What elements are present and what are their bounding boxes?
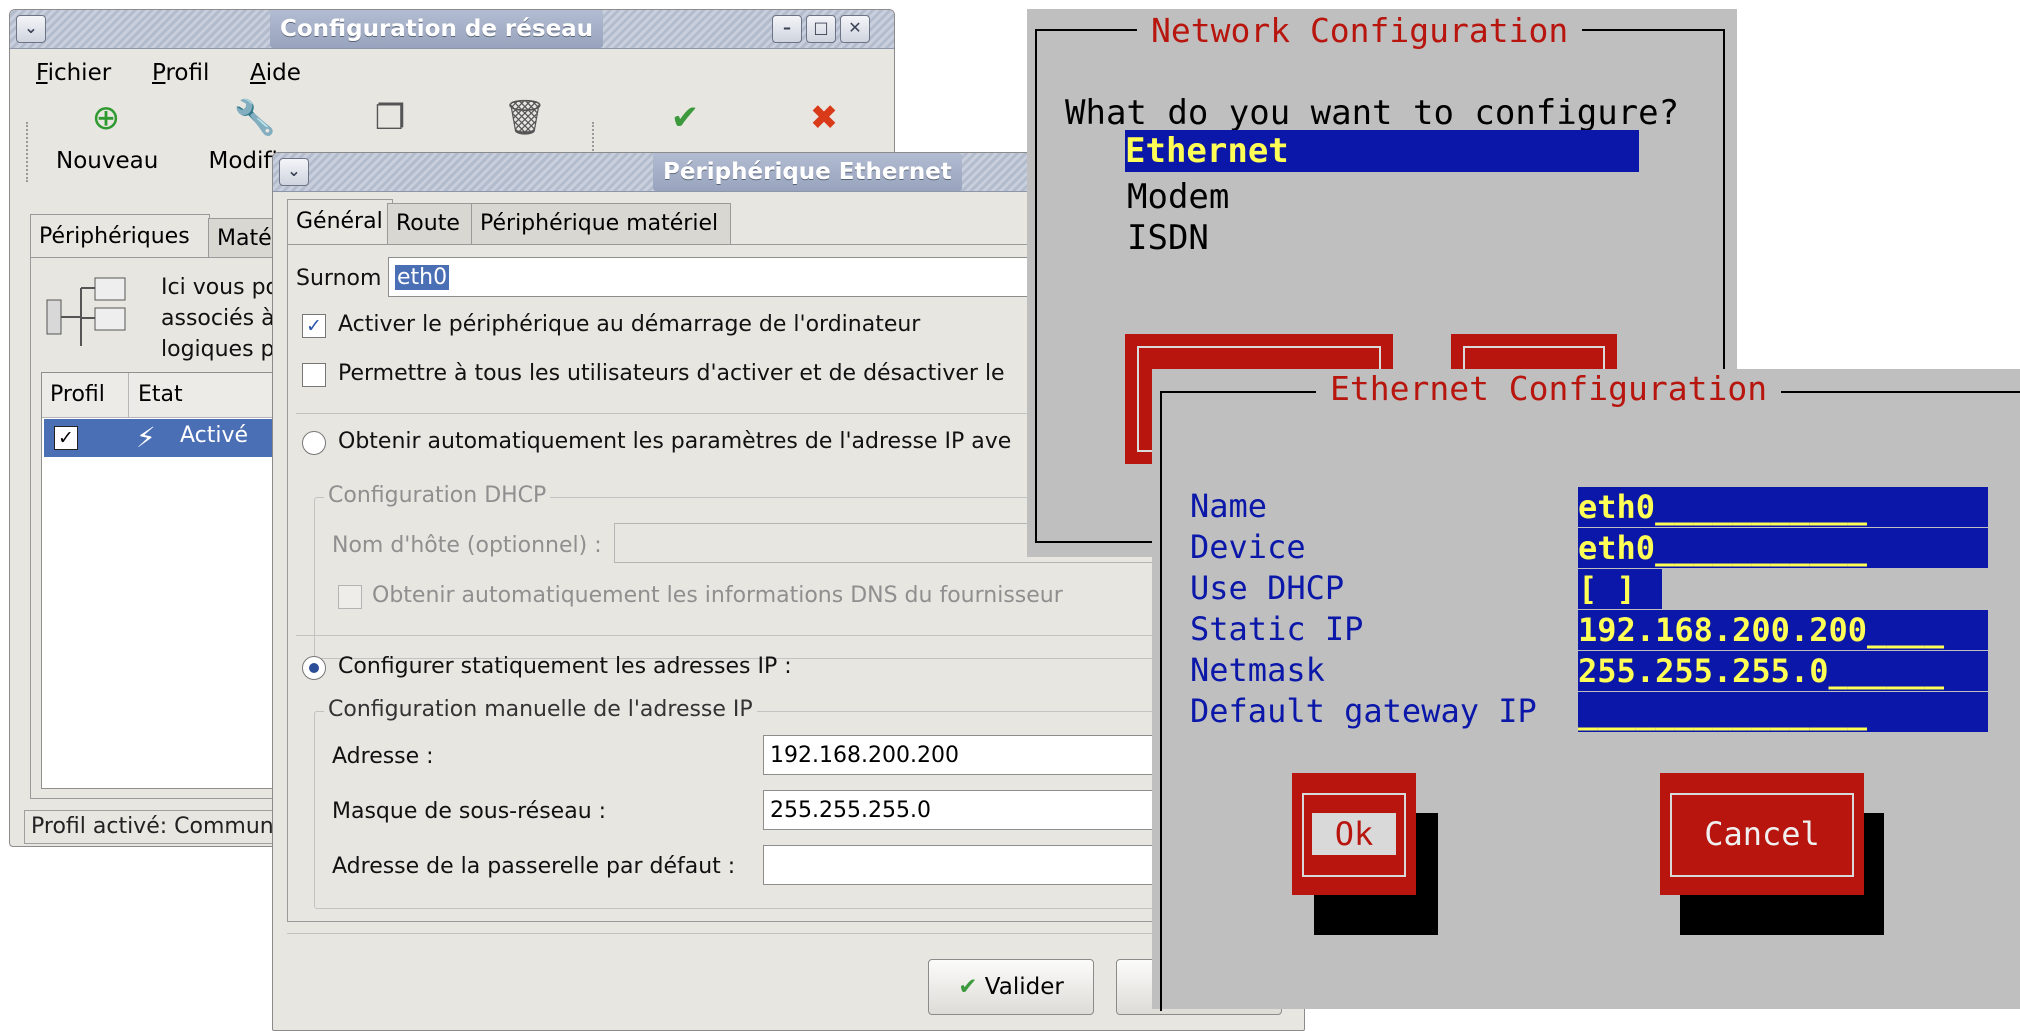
ok-button[interactable]: Ok — [1292, 773, 1416, 895]
option-modem[interactable]: Modem — [1127, 177, 1229, 217]
network-devices-icon — [46, 277, 126, 346]
static-ip-label: Static IP — [1190, 610, 1364, 648]
tab-hardware[interactable]: Périphérique matériel — [471, 203, 731, 244]
gateway-label: Default gateway IP — [1190, 692, 1537, 730]
validate-button[interactable]: ✔ Valider — [928, 959, 1094, 1015]
auto-ip-radio[interactable] — [302, 431, 326, 455]
netmask-label: Netmask — [1190, 651, 1325, 689]
close-button[interactable]: ✕ — [840, 15, 870, 43]
static-ip-field[interactable]: 192.168.200.200____ — [1578, 610, 1988, 650]
auto-ip-label: Obtenir automatiquement les paramètres d… — [338, 429, 1012, 454]
dhcp-checkbox[interactable]: [ ] — [1578, 569, 1662, 609]
tab-peripheriques[interactable]: Périphériques — [30, 214, 210, 259]
dhcp-label: Use DHCP — [1190, 569, 1345, 607]
new-button-label: Nouveau — [56, 148, 159, 174]
new-button[interactable]: ⊕ Nouveau — [56, 94, 159, 174]
toolbar-grip[interactable] — [26, 122, 34, 182]
nickname-label: Surnom — [296, 266, 382, 291]
minimize-button[interactable]: – — [772, 15, 802, 43]
description-line-3: logiques pe — [161, 337, 289, 362]
title-bar[interactable]: ⌄ Configuration de réseau – □ ✕ — [10, 10, 894, 49]
copy-button[interactable]: ❐ — [360, 94, 420, 142]
option-isdn[interactable]: ISDN — [1127, 218, 1209, 258]
dialog-title: Périphérique Ethernet — [653, 153, 962, 191]
checkmark-icon: ✔ — [670, 98, 700, 138]
checkmark-icon: ✔ — [958, 974, 978, 1000]
dns-label: Obtenir automatiquement les informations… — [372, 583, 1063, 608]
plug-icon: ⚡ — [136, 421, 156, 454]
boot-checkbox[interactable]: ✓ — [302, 314, 326, 338]
cancel-label: Cancel — [1704, 815, 1820, 853]
name-field[interactable]: eth0___________ — [1578, 487, 1988, 527]
tab-route[interactable]: Route — [387, 203, 475, 244]
gateway-label: Adresse de la passerelle par défaut : — [332, 854, 736, 879]
wrench-icon: 🔧 — [233, 98, 277, 138]
device-state: Activé — [180, 423, 249, 448]
device-label: Device — [1190, 528, 1306, 566]
netmask-label: Masque de sous-réseau : — [332, 799, 607, 824]
cancel-button[interactable]: Cancel — [1660, 773, 1864, 895]
hostname-label: Nom d'hôte (optionnel) : — [332, 533, 602, 558]
nickname-value: eth0 — [395, 265, 450, 290]
dns-checkbox[interactable] — [338, 585, 362, 609]
tui-ethernet-config: Ethernet Configuration Name eth0________… — [1152, 369, 2020, 1011]
menu-fichier[interactable]: Fichier — [36, 60, 111, 86]
trash-icon: 🗑 — [503, 98, 547, 138]
maximize-button[interactable]: □ — [806, 15, 836, 43]
users-label: Permettre à tous les utilisateurs d'acti… — [338, 361, 1005, 386]
tui-question: What do you want to configure? — [1065, 93, 1680, 133]
netmask-field[interactable]: 255.255.255.0______ — [1578, 651, 1988, 691]
description-text: Ici vous po associés à logiques pe — [161, 272, 288, 365]
manual-ip-frame-title: Configuration manuelle de l'adresse IP — [324, 697, 757, 722]
dhcp-frame-title: Configuration DHCP — [324, 483, 551, 508]
column-etat[interactable]: Etat — [138, 382, 183, 407]
static-ip-radio[interactable] — [302, 656, 326, 680]
address-label: Adresse : — [332, 744, 434, 769]
dialog-menu-button[interactable]: ⌄ — [279, 158, 309, 186]
profile-checkbox[interactable]: ✓ — [54, 426, 78, 450]
tui2-title: Ethernet Configuration — [1316, 369, 1782, 408]
tab-general[interactable]: Général — [287, 199, 393, 244]
description-line-2: associés à — [161, 306, 275, 331]
menu-aide[interactable]: Aide — [250, 60, 301, 86]
window-title: Configuration de réseau — [270, 10, 604, 48]
option-ethernet[interactable]: Ethernet — [1125, 130, 1639, 172]
boot-label: Activer le périphérique au démarrage de … — [338, 312, 921, 337]
description-line-1: Ici vous po — [161, 275, 279, 300]
device-field[interactable]: eth0___________ — [1578, 528, 1988, 568]
red-x-icon: ✖ — [809, 98, 839, 138]
column-profil[interactable]: Profil — [50, 382, 105, 407]
copy-icon: ❐ — [374, 98, 406, 138]
menu-bar: Fichier Profil Aide — [10, 50, 894, 90]
name-label: Name — [1190, 487, 1268, 525]
new-document-icon: ⊕ — [91, 98, 121, 138]
window-menu-button[interactable]: ⌄ — [16, 15, 46, 43]
tui-title: Network Configuration — [1137, 11, 1583, 50]
static-ip-label: Configurer statiquement les adresses IP … — [338, 654, 792, 679]
deactivate-button[interactable]: ✖ — [794, 94, 854, 142]
delete-button[interactable]: 🗑 — [495, 94, 555, 142]
ok-label: Ok — [1312, 813, 1396, 855]
validate-label: Valider — [984, 974, 1064, 1000]
gateway-field[interactable]: _______________ — [1578, 692, 1988, 732]
users-checkbox[interactable] — [302, 363, 326, 387]
menu-profil[interactable]: Profil — [152, 60, 209, 86]
activate-button[interactable]: ✔ — [655, 94, 715, 142]
